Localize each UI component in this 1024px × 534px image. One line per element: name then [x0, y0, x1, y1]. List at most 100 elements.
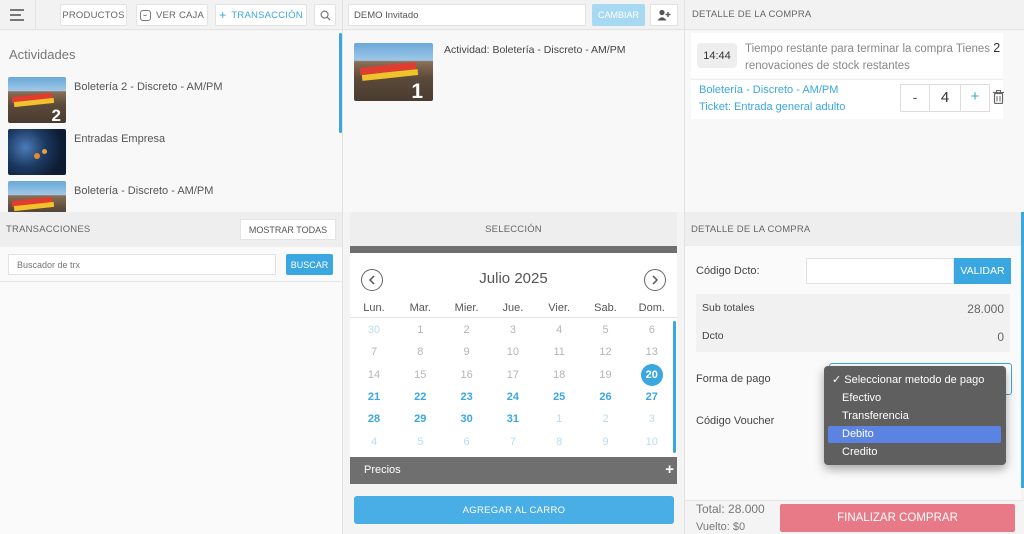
payment-option-transferencia[interactable]: Transferencia — [828, 408, 1001, 425]
transacciones-title: TRANSACCIONES — [6, 223, 91, 235]
scroll-indicator[interactable] — [339, 33, 342, 133]
activity-item[interactable]: Entradas Empresa — [8, 129, 338, 175]
add-user-icon — [657, 9, 671, 21]
precios-label: Precios — [364, 464, 401, 476]
cart-item-ticket[interactable]: Ticket: Entrada general adulto — [699, 101, 845, 113]
payment-option-placeholder[interactable]: ✓ Seleccionar metodo de pago — [828, 372, 1001, 389]
activity-label: Boletería - Discreto - AM/PM — [74, 185, 214, 197]
calendar-day-disabled: 6 — [463, 435, 470, 448]
ver-caja-label: VER CAJA — [155, 9, 205, 21]
activity-thumbnail: 2 — [8, 77, 66, 123]
calendar-day[interactable]: 31 — [490, 413, 536, 425]
quantity-value[interactable]: 4 — [930, 85, 960, 111]
decrement-button[interactable]: - — [901, 85, 930, 111]
calendar-day-disabled: 10 — [506, 346, 520, 359]
weekday-label: Vier. — [548, 302, 571, 314]
calendar-day-disabled: 9 — [463, 346, 470, 359]
precios-bar[interactable]: Precios + — [350, 457, 677, 484]
weekday-label: Jue. — [502, 302, 524, 314]
actividades-panel: Actividades 2 Boletería 2 - Discreto - A… — [0, 31, 342, 212]
hamburger-icon[interactable] — [10, 9, 24, 21]
payment-option-credito[interactable]: Credito — [828, 444, 1001, 461]
activity-thumbnail: 1 — [8, 181, 66, 212]
weekday-label: Mier. — [454, 302, 479, 314]
calendar-day[interactable]: 21 — [351, 391, 397, 403]
timer-message-end: renovaciones de stock restantes — [745, 60, 910, 72]
cambiar-button[interactable]: CAMBIAR — [592, 4, 645, 26]
buscar-button[interactable]: BUSCAR — [286, 254, 333, 275]
expand-plus-icon: + — [665, 461, 674, 478]
calendar-day[interactable]: 27 — [629, 391, 675, 403]
calendar-day[interactable]: 25 — [536, 391, 582, 403]
weekday-divider — [350, 317, 677, 318]
codigo-dcto-input[interactable] — [806, 258, 954, 284]
productos-button[interactable]: PRODUCTOS — [60, 4, 127, 26]
calendar-day-disabled: 5 — [417, 435, 424, 448]
next-month-button[interactable] — [644, 269, 666, 291]
user-field[interactable] — [348, 4, 586, 26]
calendar-day-disabled: 30 — [367, 324, 381, 336]
selected-activity-label: Actividad: Boletería - Discreto - AM/PM — [444, 44, 626, 56]
cambiar-label: CAMBIAR — [597, 10, 639, 20]
calendar-day-disabled: 4 — [556, 324, 563, 336]
calendar-day[interactable]: 24 — [490, 391, 536, 403]
trash-icon[interactable] — [993, 90, 1004, 104]
calendar-day[interactable]: 23 — [444, 391, 490, 403]
renewals-count: 2 — [993, 41, 1001, 55]
cart-item: Boletería - Discreto - AM/PM Ticket: Ent… — [691, 79, 1004, 119]
payment-option-efectivo[interactable]: Efectivo — [828, 390, 1001, 407]
calendar-day-disabled: 2 — [463, 324, 470, 336]
increment-button[interactable]: + — [960, 85, 989, 111]
codigo-voucher-label: Código Voucher — [696, 415, 775, 427]
timer-message: Tiempo restante para terminar la compra … — [745, 40, 1001, 75]
activity-item[interactable]: 1 Boletería - Discreto - AM/PM — [8, 181, 338, 212]
payment-option-debito[interactable]: Debito — [828, 426, 1001, 443]
calendar-day-disabled: 14 — [367, 368, 381, 381]
calendar-scrollbar[interactable] — [673, 321, 676, 453]
quantity-stepper: - 4 + — [900, 84, 990, 112]
calendar-day[interactable]: 30 — [444, 413, 490, 425]
trx-search-input[interactable] — [8, 254, 276, 275]
calendar-day-disabled: 13 — [645, 346, 658, 359]
calendar-day-disabled: 3 — [648, 413, 655, 426]
activity-item[interactable]: 2 Boletería 2 - Discreto - AM/PM — [8, 77, 338, 123]
calendar-day-selected[interactable]: 20 — [629, 369, 675, 381]
check-icon: ✓ — [832, 374, 842, 386]
cash-register-icon — [139, 9, 151, 21]
total-value: 28.000 — [728, 502, 765, 516]
detalle-header-top: DETALLE DE LA COMPRA — [692, 9, 812, 20]
month-title: Julio 2025 — [479, 270, 548, 287]
ver-caja-button[interactable]: VER CAJA — [136, 4, 208, 26]
chevron-right-icon — [652, 275, 659, 285]
agregar-al-carro-button[interactable]: AGREGAR AL CARRO — [354, 496, 674, 524]
cart-panel: 14:44 Tiempo restante para terminar la c… — [685, 31, 1024, 212]
calendar-day[interactable]: 26 — [583, 391, 629, 403]
codigo-dcto-label: Código Dcto: — [696, 265, 760, 277]
add-user-button[interactable] — [650, 4, 678, 26]
vuelto-label: Vuelto: — [696, 521, 730, 533]
vuelto-value: $0 — [732, 521, 746, 533]
detalle-title: DETALLE DE LA COMPRA — [691, 223, 811, 235]
calendar-day[interactable]: 28 — [351, 413, 397, 425]
calendar-day[interactable]: 22 — [397, 391, 443, 403]
cart-item-name[interactable]: Boletería - Discreto - AM/PM — [699, 84, 838, 96]
transaccion-button[interactable]: + TRANSACCIÓN — [215, 4, 307, 26]
transaccion-label: TRANSACCIÓN — [231, 9, 303, 21]
calendar-day-disabled: 11 — [553, 346, 565, 359]
selected-activity-thumbnail: 1 — [354, 43, 433, 101]
search-button[interactable] — [314, 4, 336, 26]
weekday-label: Dom. — [638, 302, 665, 314]
calendar-day[interactable]: 29 — [397, 413, 443, 425]
weekday-label: Mar. — [409, 302, 431, 314]
calendar-day-disabled: 15 — [414, 368, 427, 381]
validar-button[interactable]: VALIDAR — [954, 258, 1011, 284]
subtotales-value: 28.000 — [967, 302, 1004, 316]
toolbar-divider — [35, 0, 36, 30]
finalizar-button[interactable]: FINALIZAR COMPRAR — [780, 504, 1015, 532]
mostrar-todas-button[interactable]: MOSTRAR TODAS — [240, 219, 336, 240]
calendar-day-disabled: 17 — [506, 368, 520, 381]
activity-label: Entradas Empresa — [74, 133, 166, 145]
timer-value: 14:44 — [703, 49, 731, 62]
calendar-day-disabled: 1 — [417, 324, 424, 336]
calendar-day-disabled: 7 — [370, 346, 378, 359]
